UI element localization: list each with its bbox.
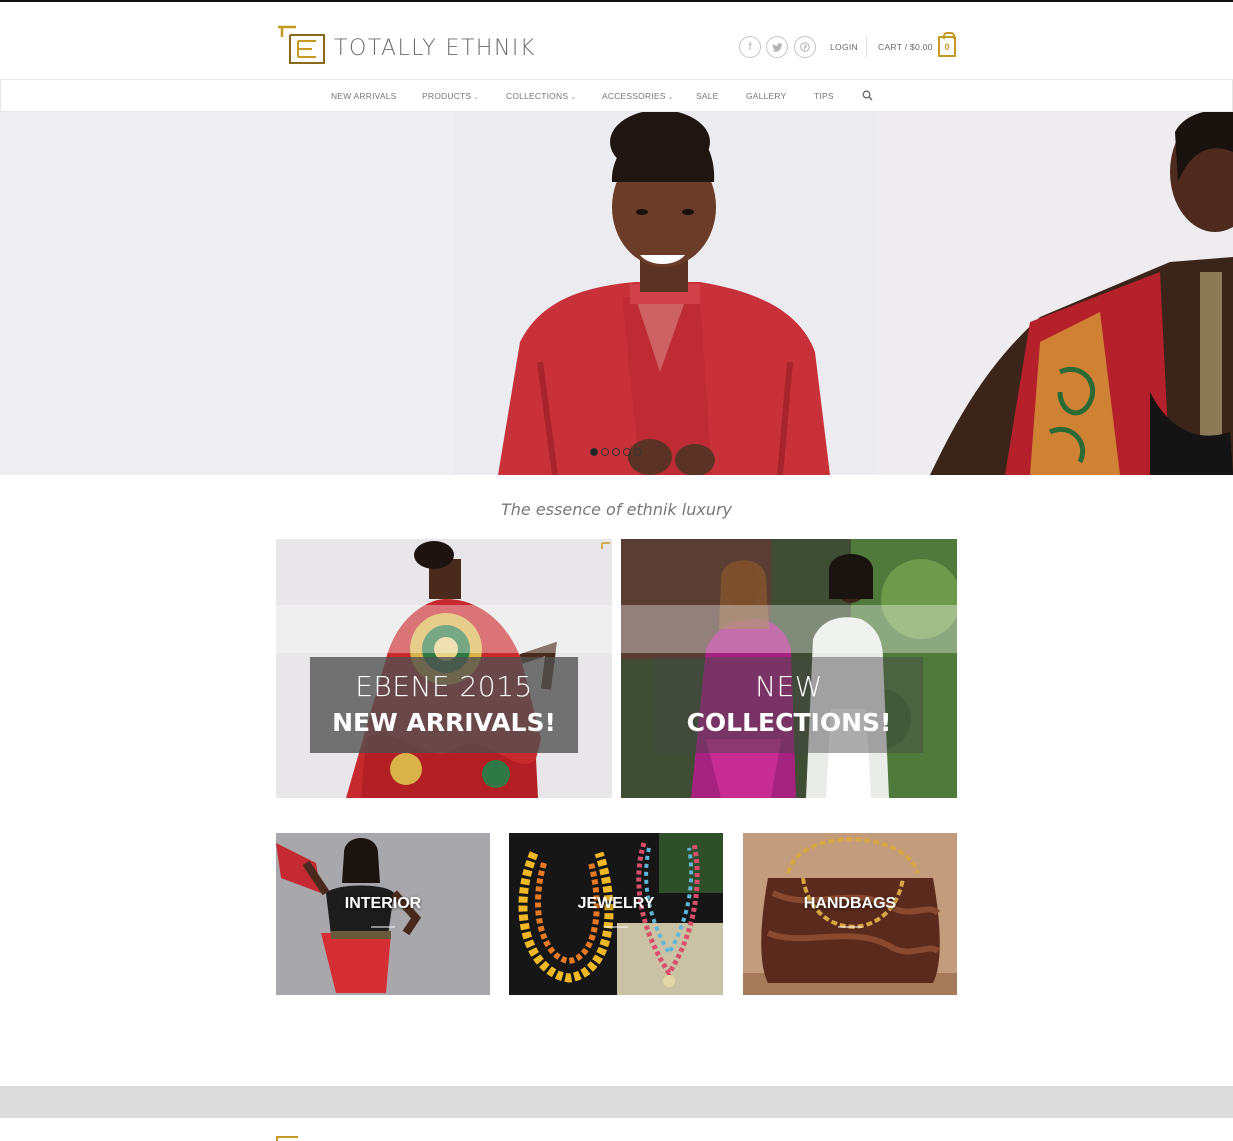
ghost-header-overlay <box>276 605 612 653</box>
tile-label: JEWELRY <box>577 895 655 912</box>
tile-underline <box>838 926 862 928</box>
banner-caption: EBENE 2015 NEW ARRIVALS! <box>310 657 578 753</box>
nav-label: PRODUCTS <box>422 91 472 101</box>
chevron-down-icon: ⌄ <box>570 94 577 101</box>
banner-new-collections[interactable]: NEW COLLECTIONS! <box>621 539 957 798</box>
banner-title: EBENE 2015 <box>355 670 533 703</box>
chevron-down-icon: ⌄ <box>473 94 480 101</box>
banner-subtitle: NEW ARRIVALS! <box>332 708 556 737</box>
banner-subtitle: COLLECTIONS! <box>686 708 892 737</box>
nav-item-products[interactable]: PRODUCTS ⌄ <box>422 91 479 101</box>
slider-dots <box>590 448 642 456</box>
hero-slider[interactable] <box>0 112 1233 475</box>
logo-text: TOTALLY ETHNIK <box>334 35 536 61</box>
nav-label: TIPS <box>814 91 834 101</box>
slider-dot[interactable] <box>634 448 642 456</box>
hero-model-image <box>498 112 1233 475</box>
tile-underline <box>604 926 628 928</box>
category-tile-jewelry[interactable]: JEWELRY <box>509 833 723 995</box>
slider-dot[interactable] <box>601 448 609 456</box>
cart-count: 0 <box>944 41 950 52</box>
header-divider <box>866 36 867 58</box>
nav-label: SALE <box>696 91 719 101</box>
banner-title: NEW <box>755 670 823 703</box>
login-link[interactable]: LOGIN <box>830 42 858 52</box>
jewelry-image <box>509 833 723 995</box>
tile-label: HANDBAGS <box>803 895 897 912</box>
banner-caption: NEW COLLECTIONS! <box>655 657 923 753</box>
main-nav: NEW ARRIVALS PRODUCTS ⌄ COLLECTIONS ⌄ ACCE… <box>0 79 1233 112</box>
category-tile-interior[interactable]: INTERIOR <box>276 833 490 995</box>
twitter-icon[interactable] <box>766 36 788 58</box>
nav-item-collections[interactable]: COLLECTIONS ⌄ <box>506 91 576 101</box>
pinterest-icon[interactable] <box>794 36 816 58</box>
ghost-header-overlay <box>621 605 957 653</box>
nav-label: NEW ARRIVALS <box>331 91 397 101</box>
nav-label: GALLERY <box>746 91 787 101</box>
cart-bag-icon[interactable]: 0 <box>938 32 956 57</box>
tagline: The essence of ethnik luxury <box>500 500 732 519</box>
category-tile-handbags[interactable]: HANDBAGS <box>743 833 957 995</box>
nav-item-new-arrivals[interactable]: NEW ARRIVALS <box>331 91 397 101</box>
site-header: TOTALLY ETHNIK f LOGIN CART / $0.00 0 <box>0 2 1233 79</box>
nav-item-sale[interactable]: SALE <box>696 91 719 101</box>
nav-item-tips[interactable]: TIPS <box>814 91 834 101</box>
nav-label: COLLECTIONS <box>506 91 569 101</box>
logo[interactable]: TOTALLY ETHNIK <box>276 22 536 66</box>
banner-new-arrivals[interactable]: EBENE 2015 NEW ARRIVALS! <box>276 539 612 798</box>
slider-dot[interactable] <box>612 448 620 456</box>
handbag-image <box>743 833 957 995</box>
tile-label: INTERIOR <box>344 895 422 912</box>
tile-underline <box>371 926 395 928</box>
twitter-bird-icon <box>771 42 782 52</box>
nav-label: ACCESSORIES <box>602 91 666 101</box>
interior-model-image <box>276 833 490 995</box>
pinterest-p-icon <box>800 42 810 52</box>
facebook-icon[interactable]: f <box>739 36 761 58</box>
slider-dot[interactable] <box>623 448 631 456</box>
footer-logo-icon <box>276 1136 298 1141</box>
cart-link[interactable]: CART / $0.00 <box>878 42 933 52</box>
nav-item-gallery[interactable]: GALLERY <box>746 91 786 101</box>
search-icon[interactable] <box>862 90 873 101</box>
slider-dot[interactable] <box>590 448 598 456</box>
logo-mark-icon <box>278 25 325 64</box>
nav-item-accessories[interactable]: ACCESSORIES ⌄ <box>602 91 674 101</box>
footer-bar <box>0 1086 1233 1118</box>
chevron-down-icon: ⌄ <box>667 94 674 101</box>
facebook-glyph: f <box>748 41 752 53</box>
